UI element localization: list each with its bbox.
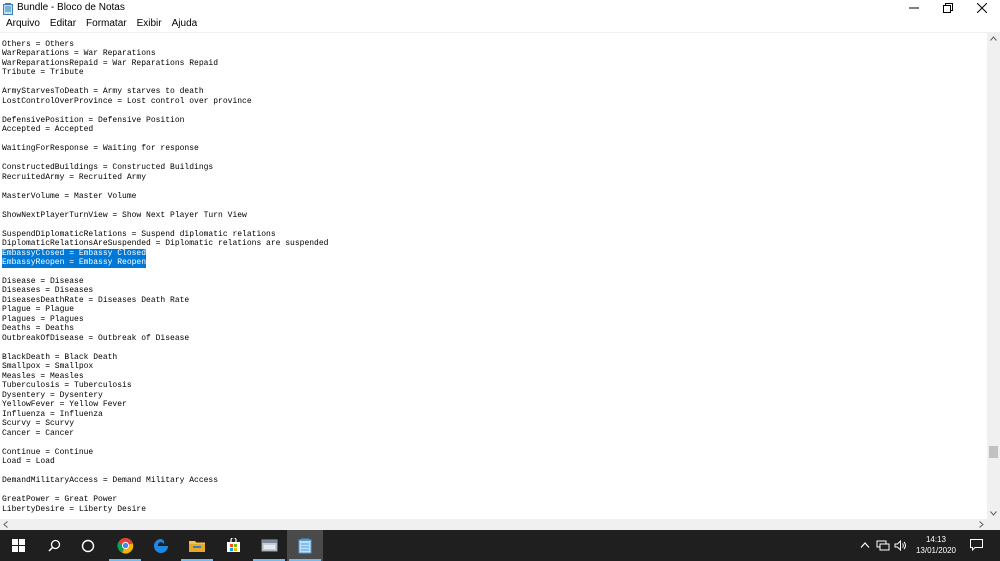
editor-line-selected: EmbassyClosed = Embassy Closed [2,248,147,259]
editor-line: RecruitedArmy = Recruited Army [2,172,147,182]
editor-line: Plagues = Plagues [2,314,84,324]
editor-line: Plague = Plague [2,305,75,315]
window-title: Bundle - Bloco de Notas [17,2,125,13]
clock-date: 13/01/2020 [915,546,957,555]
editor-line: ShowNextPlayerTurnView = Show Next Playe… [2,210,247,220]
menu-bar: Arquivo Editar Formatar Exibir Ajuda [0,16,1000,31]
windows-start-icon [11,539,25,552]
editor-line: GreatPower = Great Power [2,495,118,505]
editor-line: MasterVolume = Master Volume [2,191,137,201]
app-window-icon [261,539,277,552]
editor-line: Tuberculosis = Tuberculosis [2,381,132,391]
editor-line: Cancer = Cancer [2,428,75,438]
taskbar-chrome[interactable] [107,530,143,561]
taskbar-store[interactable] [215,530,251,561]
scrollbar-corner [987,519,1000,530]
editor-line: Disease = Disease [2,277,84,286]
editor-line: WarReparations = War Reparations [2,49,156,59]
notification-icon[interactable] [969,538,983,552]
scroll-down-icon [990,511,997,516]
editor-line: Diseases = Diseases [2,286,94,296]
task-view-icon [81,539,95,552]
editor-line: Smallpox = Smallpox [2,362,94,372]
folder-icon [189,540,205,552]
close-icon [977,3,987,13]
menu-exibir[interactable]: Exibir [133,17,166,30]
taskbar-file-explorer[interactable] [179,530,215,561]
editor-line: BlackDeath = Black Death [2,352,118,362]
taskbar-edge[interactable] [143,530,179,561]
menu-editar[interactable]: Editar [46,17,80,30]
horizontal-scrollbar[interactable] [0,519,987,530]
chevron-up-icon[interactable] [858,538,872,552]
editor-line: WarReparationsRepaid = War Reparations R… [2,58,219,68]
notepad-icon [3,2,14,15]
taskbar-app[interactable] [251,530,287,561]
editor-line: Accepted = Accepted [2,125,94,135]
store-icon [226,538,240,552]
editor-line: YellowFever = Yellow Fever [2,400,127,410]
editor-line: DefensivePosition = Defensive Position [2,115,185,125]
editor-line: ConstructedBuildings = Constructed Build… [2,163,214,173]
editor-line: DiseasesDeathRate = Diseases Death Rate [2,295,190,305]
menu-formatar[interactable]: Formatar [82,17,131,30]
vertical-scroll-thumb[interactable] [989,446,998,458]
minimize-button[interactable] [897,0,931,16]
volume-icon[interactable] [893,538,907,552]
scroll-left-icon [3,521,8,528]
editor-line: Others = Others [2,40,75,49]
title-bar[interactable]: Bundle - Bloco de Notas [0,0,1000,16]
editor-line: Dysentery = Dysentery [2,390,103,400]
search-button[interactable] [36,530,72,561]
taskbar-notepad[interactable] [287,530,323,561]
notepad-taskbar-icon [298,538,312,553]
close-button[interactable] [965,0,999,16]
task-view-button[interactable] [70,530,106,561]
restore-icon [943,3,953,13]
menu-arquivo[interactable]: Arquivo [2,17,44,30]
editor-line: DiplomaticRelationsAreSuspended = Diplom… [2,239,329,249]
search-icon [47,539,60,552]
vertical-scrollbar[interactable] [987,33,1000,519]
editor-line-selected: EmbassyReopen = Embassy Reopen [2,258,147,268]
clock-time: 14:13 [925,535,947,544]
minimize-icon [909,7,919,9]
edge-icon [154,538,168,553]
system-clock[interactable]: 14:13 13/01/2020 [906,534,966,556]
editor-line: Measles = Measles [2,371,84,381]
editor-line: WaitingForResponse = Waiting for respons… [2,144,199,154]
editor-line: DemandMilitaryAccess = Demand Military A… [2,476,219,486]
editor-line: Tribute = Tribute [2,68,84,78]
restore-button[interactable] [931,0,965,16]
editor-line: Deaths = Deaths [2,324,75,334]
start-button[interactable] [0,530,36,561]
menu-ajuda[interactable]: Ajuda [168,17,202,30]
editor-line: ArmyStarvesToDeath = Army starves to dea… [2,87,204,97]
editor-line: Load = Load [2,457,55,467]
taskbar [0,530,1000,561]
editor-line: Scurvy = Scurvy [2,419,75,429]
editor-line: LibertyDesire = Liberty Desire [2,504,147,514]
scroll-right-icon [979,521,984,528]
text-editor[interactable]: Others = Others WarReparations = War Repa… [0,40,986,518]
scroll-up-icon [990,36,997,41]
menu-divider [0,32,1000,33]
editor-line: OutbreakOfDisease = Outbreak of Disease [2,333,190,343]
editor-line: Continue = Continue [2,447,94,457]
editor-line: Influenza = Influenza [2,409,103,419]
network-icon[interactable] [876,538,890,552]
editor-line: LostControlOverProvince = Lost control o… [2,96,252,106]
editor-line: SuspendDiplomaticRelations = Suspend dip… [2,229,276,239]
chrome-icon [116,537,133,554]
